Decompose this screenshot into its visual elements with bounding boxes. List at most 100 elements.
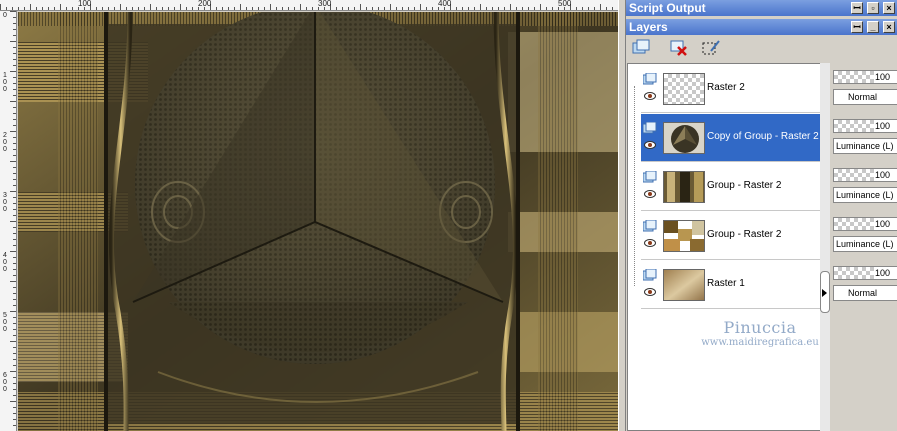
layer-name: Raster 1 [707,278,745,289]
edit-selection-button[interactable] [700,38,722,58]
opacity-value: 100 [874,170,890,180]
ruler-tick [540,4,541,10]
opacity-slider[interactable]: 100 [833,70,897,84]
ruler-tick [13,293,16,294]
new-layer-button[interactable] [630,38,652,58]
pin-icon[interactable]: ꟷ [851,21,863,33]
ruler-tick [342,7,343,10]
blend-mode-dropdown[interactable]: Luminance (L) [833,187,897,203]
ruler-tick [96,7,97,10]
ruler-label: 300 [318,0,332,8]
ruler-tick [13,419,16,420]
ruler-tick [36,7,37,10]
ruler-tick [13,113,16,114]
panel-splitter[interactable] [618,0,626,431]
ruler-tick [486,7,487,10]
opacity-fill [834,120,874,132]
minimize-icon[interactable]: _ [867,21,879,33]
opacity-slider[interactable]: 100 [833,266,897,280]
visibility-eye-icon[interactable] [644,92,656,100]
layer-row[interactable]: Group - Raster 2 [641,163,821,211]
opacity-value: 100 [874,72,890,82]
visibility-eye-icon[interactable] [644,190,656,198]
ruler-tick [10,371,16,372]
ruler-tick [13,149,16,150]
ruler-tick [13,29,16,30]
ruler-tick [378,7,379,10]
ruler-tick [13,155,16,156]
layers-titlebar[interactable]: Layers ꟷ _ × [626,19,897,35]
horizontal-ruler: 100200300400500600 [0,0,620,11]
opacity-slider[interactable]: 100 [833,119,897,133]
ruler-tick [13,329,16,330]
ruler-tick [252,7,253,10]
visibility-eye-icon[interactable] [644,288,656,296]
ruler-tick [420,4,421,10]
layer-row[interactable]: Group - Raster 2 [641,212,821,260]
ruler-tick [612,7,613,10]
pin-icon[interactable]: ꟷ [851,2,863,14]
layer-properties: 100 Normal [833,260,897,308]
layers-list[interactable]: Raster 2 Copy of Group - Raster 2 Group - … [627,63,830,431]
opacity-slider[interactable]: 100 [833,217,897,231]
ruler-tick [270,4,271,10]
close-icon[interactable]: × [883,2,895,14]
opacity-value: 100 [874,121,890,131]
ruler-tick [138,7,139,10]
ruler-tick [516,7,517,10]
ruler-tick [354,7,355,10]
script-output-titlebar[interactable]: Script Output ꟷ ▫ × [626,0,897,16]
ruler-tick [13,215,16,216]
ruler-tick [18,7,19,10]
blend-mode-dropdown[interactable]: Luminance (L) [833,236,897,252]
ruler-tick [426,7,427,10]
ruler-tick [10,311,16,312]
layer-row[interactable]: Raster 2 [641,65,821,113]
layer-row[interactable]: Raster 1 [641,261,821,309]
ruler-tick [528,7,529,10]
ruler-tick [12,7,13,10]
ruler-tick [13,83,16,84]
ruler-label: 5 0 0 [3,312,7,333]
ruler-tick [13,179,16,180]
ruler-tick [462,7,463,10]
ruler-tick [13,305,16,306]
ruler-tick [582,7,583,10]
blend-mode-dropdown[interactable]: Normal [833,285,897,301]
blend-mode-dropdown[interactable]: Normal [833,89,897,105]
ruler-tick [366,7,367,10]
watermark-name: Pinuccia [723,318,797,337]
layer-type-icon [643,171,657,183]
ruler-tick [54,7,55,10]
layers-scrollbar[interactable] [820,63,830,431]
layer-name: Raster 2 [707,82,745,93]
ruler-tick [10,71,16,72]
delete-layer-button[interactable] [668,38,690,58]
ruler-tick [10,341,16,342]
blend-mode-dropdown[interactable]: Luminance (L) [833,138,897,154]
ruler-tick [498,7,499,10]
ruler-label: 4 0 0 [3,252,7,273]
layer-row[interactable]: Copy of Group - Raster 2 [641,114,821,162]
ruler-tick [510,4,511,10]
visibility-eye-icon[interactable] [644,239,656,247]
ruler-tick [13,107,16,108]
ruler-tick [594,7,595,10]
ruler-tick [13,269,16,270]
opacity-fill [834,169,874,181]
ruler-tick [396,7,397,10]
ruler-tick [13,227,16,228]
ruler-tick [534,7,535,10]
ruler-tick [126,7,127,10]
ruler-tick [13,209,16,210]
ruler-tick [480,4,481,10]
close-icon[interactable]: × [883,21,895,33]
ruler-tick [234,7,235,10]
ruler-tick [13,65,16,66]
expand-arrow-icon[interactable] [822,289,827,297]
restore-icon[interactable]: ▫ [867,2,879,14]
image-canvas[interactable] [18,12,618,431]
visibility-eye-icon[interactable] [644,141,656,149]
ruler-tick [10,401,16,402]
opacity-slider[interactable]: 100 [833,168,897,182]
